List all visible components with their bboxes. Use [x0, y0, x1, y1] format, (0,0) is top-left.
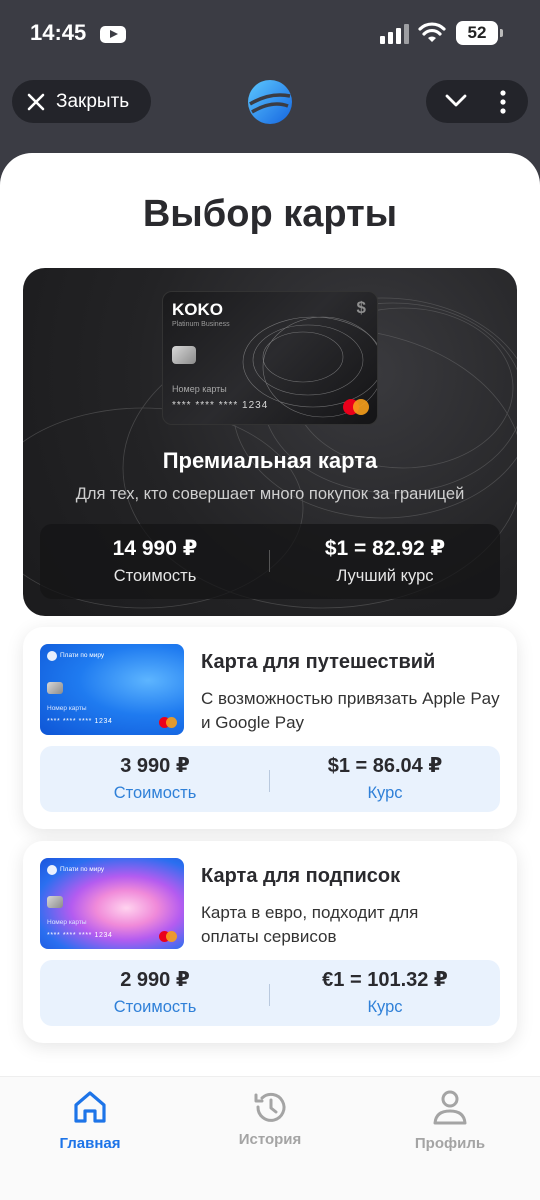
card-brand: Плати по миру [60, 652, 105, 659]
close-label: Закрыть [56, 90, 130, 112]
price-stat: 2 990 ₽ Стоимость [40, 960, 270, 1026]
chevron-down-icon[interactable] [444, 92, 468, 110]
price-label: Стоимость [113, 567, 197, 585]
card-stats: 3 990 ₽ Стоимость $1 = 86.04 ₽ Курс [40, 746, 500, 812]
price-label: Стоимость [113, 998, 197, 1016]
price-label: Стоимость [113, 784, 197, 802]
rate-label: Курс [367, 784, 403, 802]
premium-card-option[interactable]: KOKO Platinum Business $ Номер карты ***… [23, 268, 517, 616]
rate-value: $1 = 82.92 ₽ [324, 537, 446, 560]
chip-icon [172, 346, 196, 364]
card-title: Карта для путешествий [201, 651, 436, 673]
card-title: Карта для подписок [201, 865, 401, 887]
wifi-icon [418, 22, 446, 42]
rate-stat: €1 = 101.32 ₽ Курс [270, 960, 500, 1026]
subscription-card-option[interactable]: Плати по миру Номер карты **** **** ****… [23, 841, 517, 1043]
rate-label: Курс [367, 998, 403, 1016]
rate-label: Лучший курс [336, 567, 434, 585]
more-icon[interactable] [496, 90, 510, 114]
card-number: **** **** **** 1234 [47, 932, 113, 939]
card-number: **** **** **** 1234 [172, 400, 269, 411]
card-brand: KOKO [172, 300, 223, 319]
nav-item-home[interactable]: Главная [25, 1087, 155, 1167]
battery-indicator: 52 [456, 21, 503, 45]
card-number: **** **** **** 1234 [47, 718, 113, 725]
card-sub: Platinum Business [172, 321, 230, 328]
premium-card-title: Премиальная карта [162, 448, 378, 473]
page-title: Выбор карты [142, 193, 398, 235]
rate-value: $1 = 86.04 ₽ [327, 755, 443, 777]
chip-icon [47, 896, 63, 908]
history-icon [254, 1092, 286, 1122]
travel-card-option[interactable]: Плати по миру Номер карты **** **** ****… [23, 627, 517, 829]
premium-card-description: Для тех, кто совершает много покупок за … [75, 485, 465, 503]
menu-pill [426, 80, 528, 123]
bank-logo-icon [47, 651, 57, 661]
card-number-label: Номер карты [172, 384, 227, 394]
youtube-icon [100, 26, 126, 43]
travel-card-image: Плати по миру Номер карты **** **** ****… [40, 644, 184, 735]
mastercard-icon [343, 399, 369, 415]
mastercard-icon [159, 931, 177, 942]
card-number-label: Номер карты [47, 919, 87, 926]
bank-logo-icon [47, 865, 57, 875]
subscription-card-image: Плати по миру Номер карты **** **** ****… [40, 858, 184, 949]
price-stat: 14 990 ₽ Стоимость [40, 524, 270, 599]
card-stats: 2 990 ₽ Стоимость €1 = 101.32 ₽ Курс [40, 960, 500, 1026]
close-button[interactable]: Закрыть [12, 80, 151, 123]
rate-stat: $1 = 86.04 ₽ Курс [270, 746, 500, 812]
profile-icon [433, 1090, 467, 1125]
price-stat: 3 990 ₽ Стоимость [40, 746, 270, 812]
mastercard-icon [159, 717, 177, 728]
app-logo [248, 80, 292, 124]
nav-label-history: История [238, 1131, 302, 1148]
rate-value: €1 = 101.32 ₽ [322, 969, 448, 991]
nav-item-profile[interactable]: Профиль [385, 1087, 515, 1167]
nav-label-profile: Профиль [414, 1135, 486, 1152]
status-bar: 14:45 52 [0, 0, 540, 70]
home-icon [74, 1091, 106, 1123]
card-currency: $ [356, 298, 366, 317]
close-icon [27, 93, 45, 110]
signal-icon [380, 24, 410, 44]
bottom-nav: Главная История Профиль [0, 1076, 540, 1200]
card-brand: Плати по миру [60, 866, 105, 873]
rate-stat: $1 = 82.92 ₽ Лучший курс [270, 524, 500, 599]
price-value: 14 990 ₽ [112, 537, 198, 560]
premium-card-image: KOKO Platinum Business $ Номер карты ***… [162, 291, 378, 425]
status-time: 14:45 [30, 20, 87, 45]
nav-item-history[interactable]: История [205, 1087, 335, 1167]
price-value: 2 990 ₽ [120, 969, 190, 991]
price-value: 3 990 ₽ [120, 755, 190, 777]
chip-icon [47, 682, 63, 694]
card-description: С возможностью привязать Apple Pay и Goo… [201, 689, 500, 732]
card-number-label: Номер карты [47, 705, 87, 712]
premium-card-stats: 14 990 ₽ Стоимость $1 = 82.92 ₽ Лучший к… [40, 524, 500, 599]
nav-label-home: Главная [59, 1135, 121, 1152]
card-description: Карта в евро, подходит для оплаты сервис… [201, 903, 419, 946]
